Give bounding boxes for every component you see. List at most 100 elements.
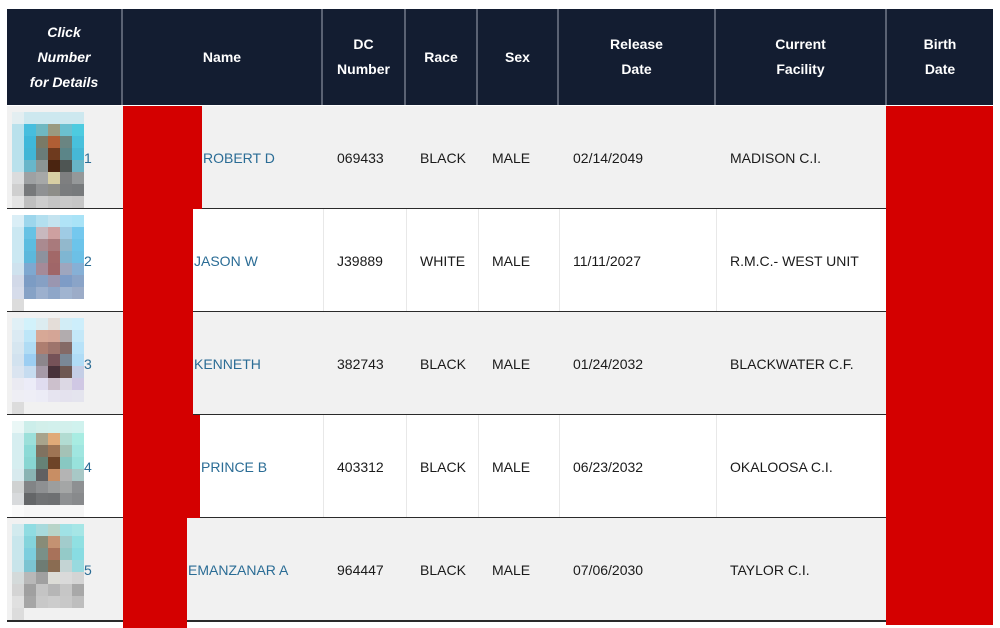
details-number-link[interactable]: 2 [84, 253, 92, 269]
photo-pixel [48, 536, 60, 548]
photo-pixel [12, 481, 24, 493]
photo-pixel [36, 505, 48, 517]
inmate-name-link[interactable]: ROBERT D [203, 150, 275, 166]
header-line: Date [924, 61, 956, 77]
photo-pixel [48, 251, 60, 263]
header-current-facility: Current Facility [716, 9, 887, 105]
photo-pixel [60, 378, 72, 390]
photo-pixel [36, 548, 48, 560]
inmate-name-link[interactable]: JASON W [194, 253, 258, 269]
photo-pixel [72, 196, 84, 208]
details-number-link[interactable]: 3 [84, 356, 92, 372]
photo-pixel [36, 596, 48, 608]
details-number-link[interactable]: 1 [84, 150, 92, 166]
header-click-number-for-details: Click Number for Details [7, 9, 123, 105]
inmate-photo-thumbnail[interactable] [12, 318, 84, 414]
column-divider [406, 415, 407, 518]
photo-pixel [24, 112, 36, 124]
photo-pixel [12, 378, 24, 390]
dc-number-cell: 382743 [337, 355, 384, 372]
photo-pixel [72, 493, 84, 505]
photo-pixel [60, 560, 72, 572]
photo-pixel [60, 342, 72, 354]
photo-pixel [48, 136, 60, 148]
photo-pixel [60, 366, 72, 378]
photo-pixel [72, 287, 84, 299]
inmate-photo-thumbnail[interactable] [12, 215, 84, 311]
details-number-link[interactable]: 4 [84, 459, 92, 475]
photo-pixel [48, 433, 60, 445]
photo-pixel [36, 390, 48, 402]
photo-pixel [12, 421, 24, 433]
photo-pixel [24, 342, 36, 354]
inmate-name-link[interactable]: EMANZANAR A [188, 562, 288, 578]
header-line: Number [337, 61, 390, 77]
photo-pixel [48, 239, 60, 251]
header-label: Sex [505, 48, 530, 65]
inmate-name-link[interactable]: KENNETH [194, 356, 261, 372]
header-line: Facility [776, 61, 825, 77]
photo-pixel [48, 457, 60, 469]
photo-pixel [36, 330, 48, 342]
photo-pixel [36, 445, 48, 457]
photo-pixel [48, 124, 60, 136]
header-line: for Details [29, 73, 99, 90]
photo-pixel [48, 596, 60, 608]
photo-pixel [72, 390, 84, 402]
photo-pixel [24, 227, 36, 239]
photo-pixel [24, 524, 36, 536]
name-cell: ROBERT D [203, 106, 333, 209]
details-number-link[interactable]: 5 [84, 562, 92, 578]
photo-pixel [12, 148, 24, 160]
photo-pixel [24, 172, 36, 184]
photo-pixel [60, 330, 72, 342]
photo-pixel [48, 421, 60, 433]
photo-pixel [60, 481, 72, 493]
photo-pixel [12, 124, 24, 136]
photo-frame-strip [12, 608, 24, 620]
photo-pixel [36, 378, 48, 390]
photo-pixel [36, 584, 48, 596]
photo-pixel [24, 457, 36, 469]
photo-pixel [48, 342, 60, 354]
inmate-name-link[interactable]: PRINCE B [201, 459, 267, 475]
photo-pixel [48, 172, 60, 184]
inmate-photo-thumbnail[interactable] [12, 421, 84, 529]
photo-pixel [72, 172, 84, 184]
photo-pixel [72, 457, 84, 469]
photo-pixel [24, 160, 36, 172]
header-release-date: Release Date [559, 9, 716, 105]
inmate-photo-thumbnail[interactable] [12, 524, 84, 620]
photo-pixel [60, 124, 72, 136]
photo-pixel [72, 354, 84, 366]
inmate-photo-thumbnail[interactable] [12, 112, 84, 220]
photo-pixel [12, 275, 24, 287]
photo-pixel [12, 457, 24, 469]
photo-pixel [12, 196, 24, 208]
photo-pixel [48, 572, 60, 584]
photo-pixel [60, 572, 72, 584]
photo-pixel [60, 287, 72, 299]
photo-pixel [36, 136, 48, 148]
photo-pixel [60, 548, 72, 560]
column-divider [478, 415, 479, 518]
release-date-cell: 07/06/2030 [573, 561, 644, 578]
photo-pixel [60, 318, 72, 330]
photo-pixel [36, 184, 48, 196]
photo-pixel [48, 287, 60, 299]
photo-pixel [36, 227, 48, 239]
photo-pixel [60, 584, 72, 596]
photo-pixel [72, 136, 84, 148]
column-divider [716, 209, 717, 312]
dc-number-cell: 069433 [337, 149, 384, 166]
photo-pixel [24, 330, 36, 342]
race-cell: BLACK [420, 149, 466, 166]
photo-frame-strip [12, 299, 24, 311]
photo-pixel [72, 596, 84, 608]
photo-pixel [24, 366, 36, 378]
photo-pixel [24, 263, 36, 275]
photo-pixel [48, 548, 60, 560]
photo-pixel [24, 469, 36, 481]
facility-cell: OKALOOSA C.I. [730, 458, 833, 475]
column-divider [716, 415, 717, 518]
